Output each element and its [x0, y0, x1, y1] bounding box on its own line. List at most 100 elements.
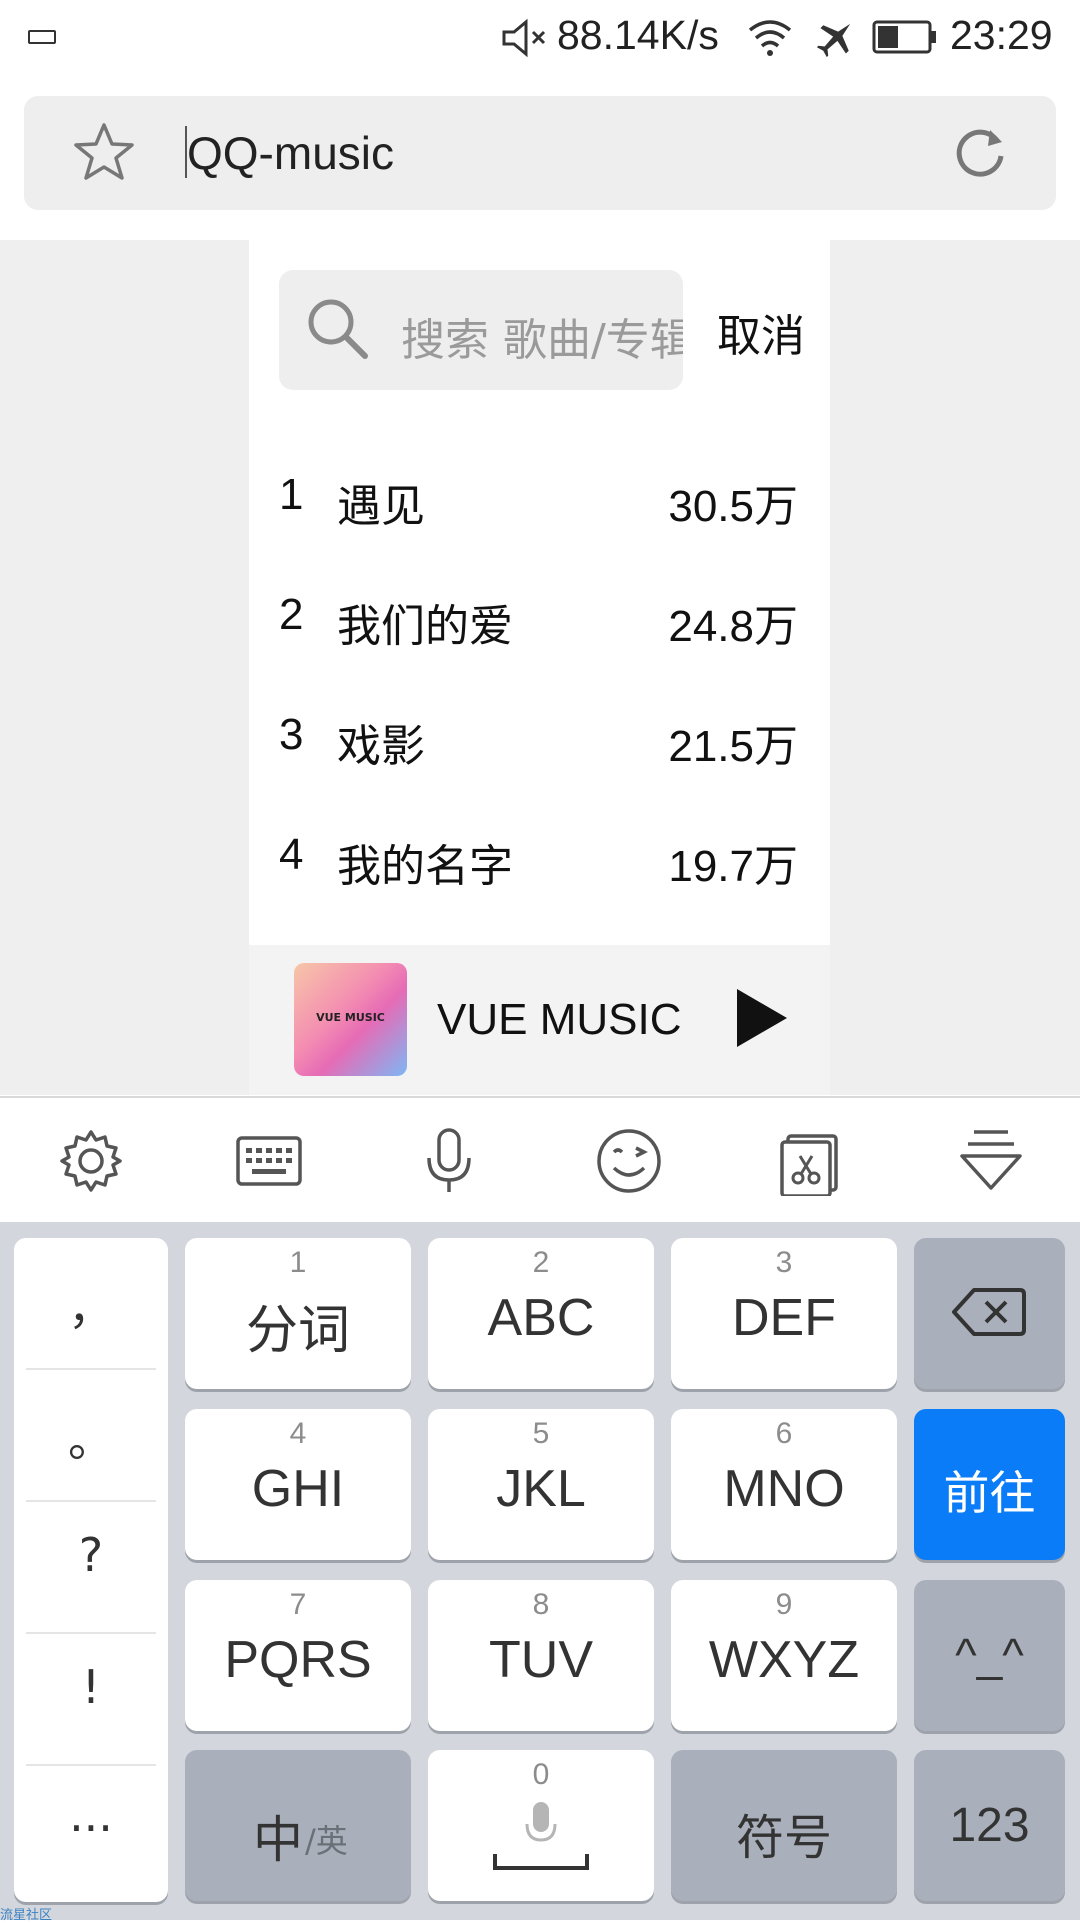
key-label: WXYZ	[708, 1631, 860, 1689]
hot-count: 24.8万	[668, 602, 798, 651]
key-label: DEF	[732, 1289, 836, 1347]
key-label: PQRS	[224, 1631, 372, 1689]
punct-key-exclaim[interactable]: !	[14, 1660, 168, 1790]
battery-icon	[872, 20, 936, 54]
key-number: 6	[775, 1417, 793, 1450]
space-key[interactable]: 0	[428, 1750, 654, 1901]
web-app-viewport: 搜索 歌曲/专辑 取消 1 遇见 30.5万 2 我们的爱 24.8万 3 戏影…	[249, 240, 830, 1095]
keyboard-icon	[28, 30, 56, 44]
punct-key-period[interactable]: 。	[14, 1404, 168, 1534]
wifi-icon	[748, 20, 792, 56]
hot-count: 19.7万	[668, 842, 798, 891]
symbol-label: 符号	[735, 1812, 832, 1865]
key-label: 分词	[245, 1302, 350, 1360]
numeric-key[interactable]: 123	[914, 1750, 1065, 1901]
address-bar[interactable]: QQ-music	[24, 96, 1056, 210]
symbol-key[interactable]: 符号	[671, 1750, 897, 1901]
go-label: 前往	[943, 1467, 1036, 1519]
key-1[interactable]: 1 分词	[185, 1238, 411, 1389]
divider	[26, 1368, 156, 1370]
lang-sub: /英	[305, 1822, 348, 1860]
key-5[interactable]: 5 JKL	[428, 1409, 654, 1560]
key-number: 3	[775, 1246, 793, 1279]
keyboard: ， 。 ? ! ... 1 分词 2 ABC 3 DEF 4 GHI 5 JKL…	[0, 1222, 1080, 1920]
divider	[26, 1632, 156, 1634]
backspace-icon	[952, 1288, 1026, 1336]
url-text[interactable]: QQ-music	[187, 126, 394, 180]
keyboard-switch-icon[interactable]	[234, 1126, 304, 1196]
hot-title: 戏影	[337, 721, 425, 772]
search-input[interactable]: 搜索 歌曲/专辑	[401, 304, 683, 368]
hide-keyboard-icon[interactable]	[956, 1126, 1026, 1196]
punct-key-ellipsis[interactable]: ...	[14, 1788, 168, 1918]
network-speed: 88.14K/s	[557, 12, 719, 58]
hot-rank: 4	[279, 830, 304, 879]
hot-rank: 3	[279, 710, 304, 759]
numeric-label: 123	[949, 1799, 1030, 1852]
airplane-icon	[816, 23, 851, 58]
emoticon-key[interactable]: ^_^	[914, 1580, 1065, 1731]
watermark: 流星社区	[0, 1908, 53, 1923]
key-label: JKL	[496, 1460, 586, 1518]
key-9[interactable]: 9 WXYZ	[671, 1580, 897, 1731]
key-7[interactable]: 7 PQRS	[185, 1580, 411, 1731]
key-number: 9	[775, 1588, 793, 1621]
search-icon	[308, 299, 368, 359]
key-label: ABC	[487, 1289, 595, 1347]
hot-title: 遇见	[337, 481, 425, 532]
hot-search-item[interactable]: 3 戏影 21.5万	[249, 690, 830, 790]
hot-count: 30.5万	[668, 482, 798, 531]
language-switch-key[interactable]: 中 /英	[185, 1750, 411, 1901]
album-cover[interactable]: VUE MUSIC	[294, 963, 407, 1076]
cancel-button[interactable]: 取消	[717, 300, 805, 364]
clipboard-icon[interactable]	[774, 1126, 844, 1196]
punct-key-question[interactable]: ?	[14, 1528, 168, 1658]
key-number: 0	[532, 1758, 550, 1791]
key-label: TUV	[489, 1631, 593, 1689]
hot-search-item[interactable]: 2 我们的爱 24.8万	[249, 570, 830, 670]
player-title: VUE MUSIC	[437, 995, 682, 1044]
key-label: GHI	[251, 1460, 345, 1518]
key-6[interactable]: 6 MNO	[671, 1409, 897, 1560]
microphone-icon[interactable]	[414, 1126, 484, 1196]
backspace-key[interactable]	[914, 1238, 1065, 1389]
hot-rank: 2	[279, 590, 304, 639]
lang-main: 中	[253, 1811, 303, 1869]
cover-label: VUE MUSIC	[316, 1011, 385, 1024]
space-mic-icon	[493, 1802, 589, 1870]
punct-key-comma[interactable]: ，	[14, 1272, 168, 1402]
mini-player[interactable]: VUE MUSIC VUE MUSIC	[249, 945, 830, 1095]
settings-icon[interactable]	[56, 1126, 126, 1196]
clock: 23:29	[950, 12, 1053, 58]
hot-count: 21.5万	[668, 722, 798, 771]
mute-icon	[502, 18, 546, 58]
key-number: 5	[532, 1417, 550, 1450]
hot-search-item[interactable]: 1 遇见 30.5万	[249, 450, 830, 550]
status-bar: 88.14K/s 23:29	[0, 0, 1080, 75]
punctuation-column: ， 。 ? ! ...	[14, 1238, 168, 1902]
keyboard-toolbar	[0, 1096, 1080, 1222]
hot-rank: 1	[279, 470, 304, 519]
key-number: 7	[289, 1588, 307, 1621]
hot-title: 我们的爱	[337, 601, 513, 652]
emoji-icon[interactable]	[594, 1126, 664, 1196]
key-label: MNO	[723, 1460, 845, 1518]
key-number: 2	[532, 1246, 550, 1279]
key-number: 8	[532, 1588, 550, 1621]
divider	[26, 1500, 156, 1502]
hot-search-item[interactable]: 4 我的名字 19.7万	[249, 810, 830, 910]
star-icon[interactable]	[72, 121, 136, 183]
hot-title: 我的名字	[337, 841, 513, 892]
divider	[26, 1764, 156, 1766]
key-number: 4	[289, 1417, 307, 1450]
key-3[interactable]: 3 DEF	[671, 1238, 897, 1389]
key-number: 1	[289, 1246, 307, 1279]
refresh-icon[interactable]	[952, 124, 1008, 180]
play-icon[interactable]	[733, 987, 789, 1049]
key-4[interactable]: 4 GHI	[185, 1409, 411, 1560]
go-button[interactable]: 前往	[914, 1409, 1065, 1560]
key-2[interactable]: 2 ABC	[428, 1238, 654, 1389]
key-8[interactable]: 8 TUV	[428, 1580, 654, 1731]
search-box[interactable]: 搜索 歌曲/专辑	[279, 270, 683, 390]
emoticon-label: ^_^	[955, 1629, 1024, 1681]
